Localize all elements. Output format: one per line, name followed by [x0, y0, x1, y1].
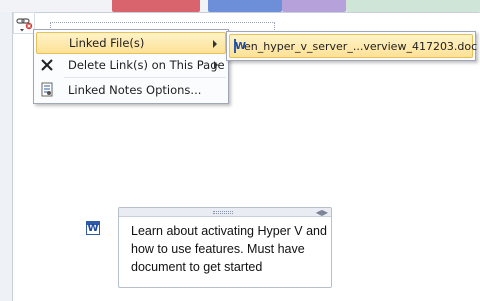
submenu-arrow-icon — [213, 40, 217, 48]
linked-notes-context-menu: Linked File(s) Delete Link(s) on This Pa… — [33, 29, 229, 104]
page-left-margin — [0, 12, 12, 301]
section-tab-blue[interactable] — [208, 0, 282, 12]
menu-item-linked-notes-options[interactable]: Linked Notes Options... — [36, 79, 226, 101]
drag-handle-icon[interactable] — [213, 211, 233, 214]
linked-file-name: en_hyper_v_server_...verview_417203.doc — [244, 39, 478, 53]
chain-link-icon — [16, 18, 33, 32]
delete-x-icon — [36, 54, 58, 76]
options-document-icon — [36, 79, 58, 101]
word-icon-letter: W — [87, 223, 99, 234]
word-document-icon: W — [234, 39, 247, 53]
submenu-arrow-icon — [214, 61, 218, 69]
linked-file-item[interactable]: W en_hyper_v_server_...verview_417203.do… — [229, 34, 477, 58]
note-container-header[interactable]: ◀▶ — [119, 208, 331, 217]
linked-notes-button[interactable] — [13, 12, 35, 34]
linked-files-submenu: W en_hyper_v_server_...verview_417203.do… — [226, 31, 477, 61]
resize-arrows-icon[interactable]: ◀▶ — [316, 208, 328, 217]
section-tab-red[interactable] — [112, 0, 200, 12]
section-tab-strip — [0, 0, 480, 12]
section-tab-green[interactable] — [346, 0, 480, 12]
menu-item-linked-files[interactable]: Linked File(s) — [36, 32, 226, 54]
menu-separator — [64, 77, 226, 78]
menu-item-delete-links[interactable]: Delete Link(s) on This Page — [36, 54, 226, 76]
menu-item-label: Linked File(s) — [69, 36, 145, 50]
note-text[interactable]: Learn about activating Hyper V and how t… — [131, 222, 327, 276]
section-tab-purple[interactable] — [282, 0, 346, 12]
linked-file-icon — [37, 32, 59, 54]
menu-item-label: Delete Link(s) on This Page — [68, 58, 225, 72]
linked-word-document-icon[interactable]: W — [86, 221, 100, 235]
menu-item-label: Linked Notes Options... — [68, 83, 202, 97]
note-container[interactable]: ◀▶ Learn about activating Hyper V and ho… — [118, 207, 332, 288]
